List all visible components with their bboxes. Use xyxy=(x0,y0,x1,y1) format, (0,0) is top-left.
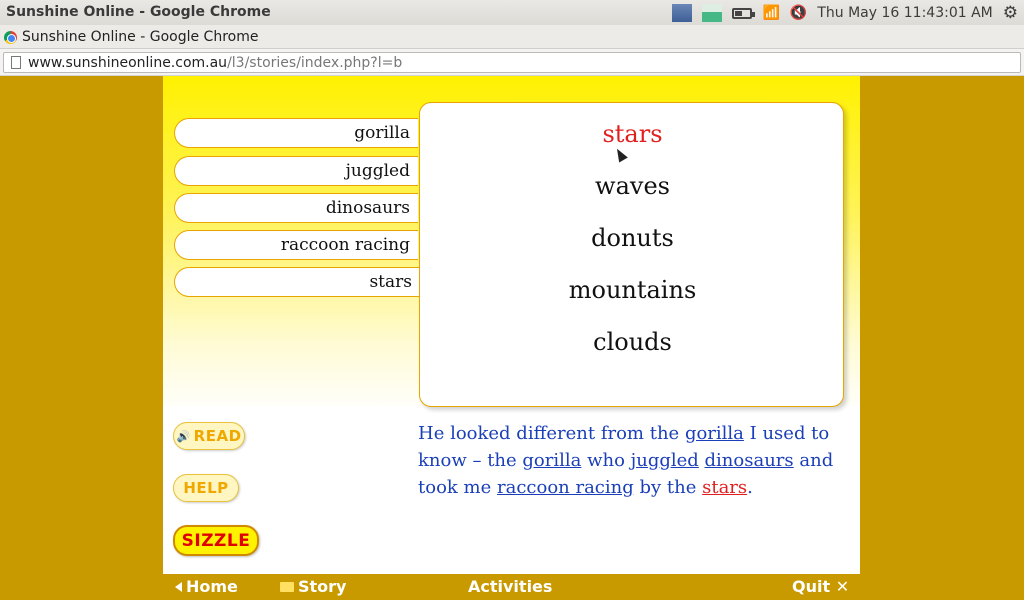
story-segment: who xyxy=(581,450,631,471)
system-tray: 📶 🔇 Thu May 16 11:43:01 AM ⚙ xyxy=(672,3,1018,23)
wifi-icon[interactable]: 📶 xyxy=(762,5,779,21)
story-segment: by the xyxy=(633,477,703,498)
story-word-gorilla[interactable]: gorilla xyxy=(685,423,744,444)
story-word-raccoon-racing[interactable]: raccoon racing xyxy=(497,477,634,498)
word-tab-stars[interactable]: stars xyxy=(174,267,420,297)
clock[interactable]: Thu May 16 11:43:01 AM xyxy=(817,5,992,21)
nav-story-label: Story xyxy=(298,577,347,596)
url-host: www.sunshineonline.com.au xyxy=(28,55,228,71)
activity-page: gorilla juggled dinosaurs raccoon racing… xyxy=(163,76,860,574)
page-icon xyxy=(11,56,21,69)
browser-title-row: Sunshine Online - Google Chrome xyxy=(0,25,1024,49)
story-word-juggled[interactable]: juggled xyxy=(631,450,699,471)
choice-stars[interactable]: stars xyxy=(420,120,845,148)
nav-quit[interactable]: Quit ✕ xyxy=(792,577,849,596)
word-tab-raccoon-racing[interactable]: raccoon racing xyxy=(174,230,418,260)
chrome-icon xyxy=(4,31,17,44)
story-word-stars[interactable]: stars xyxy=(702,477,747,498)
story-text: He looked different from the gorilla I u… xyxy=(418,420,848,501)
volume-muted-icon[interactable]: 🔇 xyxy=(790,5,807,21)
nav-story[interactable]: Story xyxy=(280,577,346,596)
tab-title[interactable]: Sunshine Online - Google Chrome xyxy=(22,29,258,45)
address-bar[interactable]: www.sunshineonline.com.au/l3/stories/ind… xyxy=(3,52,1021,73)
os-top-bar: Sunshine Online - Google Chrome 📶 🔇 Thu … xyxy=(0,0,1024,25)
tray-app-icon[interactable] xyxy=(672,4,693,22)
sizzle-button[interactable]: SIZZLE xyxy=(173,525,259,556)
story-segment: He looked different from the xyxy=(418,423,685,444)
story-segment: . xyxy=(747,477,753,498)
battery-icon[interactable] xyxy=(732,7,756,19)
tray-monitor-icon[interactable] xyxy=(702,4,723,22)
help-label: HELP xyxy=(183,479,229,497)
bottom-nav: Home Story Activities Quit ✕ xyxy=(163,574,860,600)
back-arrow-icon xyxy=(175,581,182,592)
choice-mountains[interactable]: mountains xyxy=(420,276,845,304)
url-text[interactable]: www.sunshineonline.com.au/l3/stories/ind… xyxy=(28,55,402,71)
read-label: READ xyxy=(193,427,242,445)
window-title: Sunshine Online - Google Chrome xyxy=(6,4,271,20)
nav-home[interactable]: Home xyxy=(175,577,238,596)
word-tab-gorilla[interactable]: gorilla xyxy=(174,118,418,148)
sizzle-label: SIZZLE xyxy=(181,530,251,551)
address-bar-row: www.sunshineonline.com.au/l3/stories/ind… xyxy=(0,49,1024,76)
speaker-icon: 🔊 xyxy=(176,429,191,443)
url-path: /l3/stories/index.php?l=b xyxy=(227,55,403,71)
nav-home-label: Home xyxy=(186,577,238,596)
book-icon xyxy=(280,581,294,592)
word-tab-juggled[interactable]: juggled xyxy=(174,156,418,186)
word-choice-panel: stars waves donuts mountains clouds xyxy=(419,102,844,407)
help-button[interactable]: HELP xyxy=(173,474,239,502)
nav-activities-label: Activities xyxy=(468,577,553,596)
choice-waves[interactable]: waves xyxy=(420,172,845,200)
story-word-gorilla-2[interactable]: gorilla xyxy=(522,450,581,471)
choice-clouds[interactable]: clouds xyxy=(420,328,845,356)
choice-donuts[interactable]: donuts xyxy=(420,224,845,252)
story-word-dinosaurs[interactable]: dinosaurs xyxy=(705,450,794,471)
word-tab-dinosaurs[interactable]: dinosaurs xyxy=(174,193,418,223)
nav-quit-label: Quit ✕ xyxy=(792,577,850,596)
read-button[interactable]: 🔊 READ xyxy=(173,422,245,450)
nav-activities[interactable]: Activities xyxy=(468,577,552,596)
settings-gear-icon[interactable]: ⚙ xyxy=(1003,3,1018,23)
